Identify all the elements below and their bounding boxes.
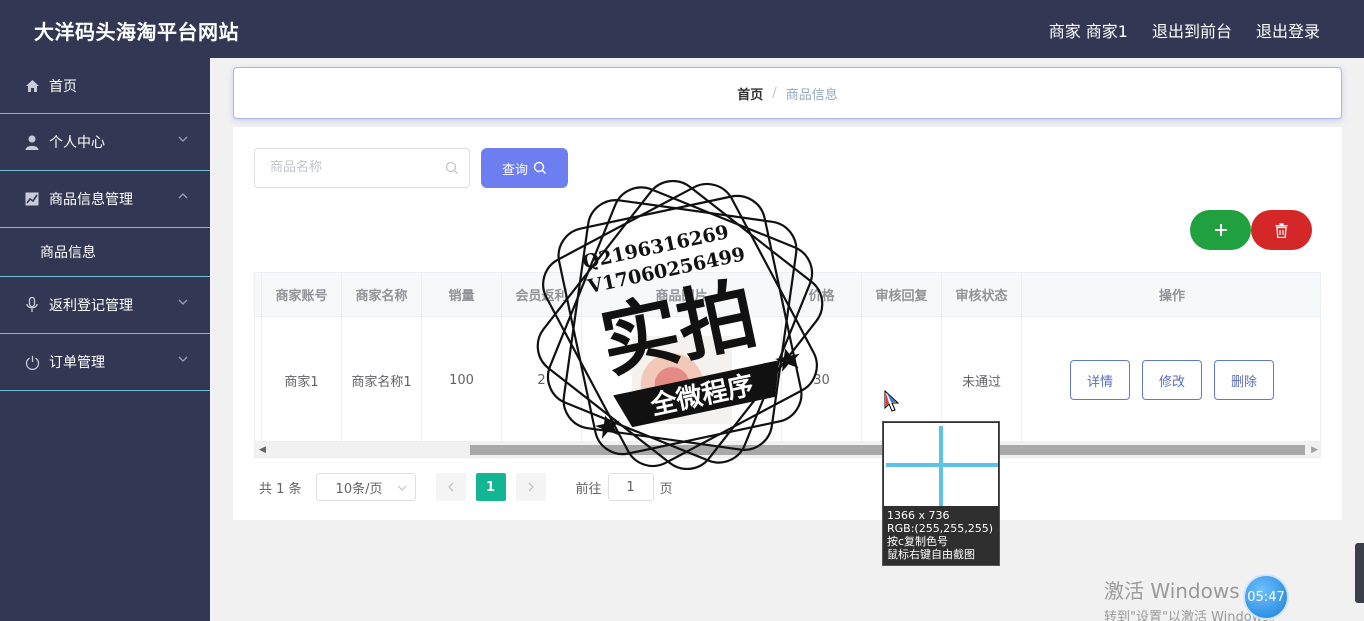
- batch-delete-button[interactable]: [1251, 210, 1312, 250]
- chevron-right-icon: [528, 482, 534, 492]
- page-size-value: 10条/页: [335, 481, 383, 497]
- table-header: 商家账号 商家名称 销量 会员返利 商品图片 价格 审核回复 审核状态 操作: [255, 273, 1320, 317]
- logout-link[interactable]: 退出登录: [1256, 18, 1320, 42]
- sidebar: 首页 个人中心 商品信息管理 商品信息 返利登记管理 订单管理: [0, 58, 210, 621]
- goto-page-input[interactable]: 1: [607, 473, 654, 501]
- breadcrumb-home[interactable]: 首页: [737, 84, 763, 103]
- cell-merchant-name: 商家名称1: [342, 317, 422, 443]
- cell-sales: 100: [422, 317, 502, 443]
- chevron-up-icon: [178, 193, 188, 199]
- header-merchant-name: 商家名称: [342, 273, 422, 316]
- trash-icon: [1275, 222, 1288, 238]
- product-table: 商家账号 商家名称 销量 会员返利 商品图片 价格 审核回复 审核状态 操作 商…: [254, 272, 1321, 458]
- detail-button[interactable]: 详情: [1070, 360, 1130, 400]
- sidebar-item-profile[interactable]: 个人中心: [0, 114, 210, 171]
- header-actions: 操作: [1158, 289, 1185, 304]
- sidebar-item-rebate-management[interactable]: 返利登记管理: [0, 277, 210, 334]
- table-row: 商家1 商家名称1 100 2 30 未通过 详情 修改 删除: [255, 317, 1320, 443]
- microphone-icon: [24, 297, 40, 313]
- current-user[interactable]: 商家 商家1: [1049, 18, 1128, 42]
- picker-hint-screenshot: 鼠标右键自由截图: [887, 548, 975, 561]
- cell-merchant-account: 商家1: [262, 317, 342, 443]
- header-image: 商品图片: [582, 273, 782, 316]
- sidebar-item-orders[interactable]: 订单管理: [0, 334, 210, 391]
- scroll-left-icon[interactable]: ◀: [259, 445, 266, 455]
- header-price: 价格: [782, 273, 862, 316]
- goto-suffix: 页: [659, 481, 673, 497]
- header-merchant-account: 商家账号: [262, 273, 342, 316]
- scroll-right-icon[interactable]: ▶: [1311, 445, 1318, 455]
- breadcrumb-separator: /: [772, 85, 777, 101]
- picker-size: 1366 x 736: [887, 509, 950, 522]
- power-icon: [24, 354, 40, 370]
- goto-prefix: 前往: [575, 481, 602, 497]
- picker-crosshair-horizontal: [886, 463, 998, 467]
- query-button[interactable]: 查询: [481, 148, 568, 188]
- chevron-left-icon: [447, 482, 454, 492]
- edge-drawer-handle[interactable]: [1355, 543, 1364, 603]
- color-picker-tooltip: 1366 x 736 RGB:(255,255,255) 按c复制色号 鼠标右键…: [882, 421, 1000, 566]
- content-panel: 商品名称 查询 商家账号 商家名称 销量 会员返利 商品图片 价格 审核回复 审…: [233, 127, 1342, 520]
- floating-clock[interactable]: 05:47: [1243, 574, 1289, 620]
- sidebar-subitem-label: 商品信息: [40, 245, 96, 261]
- picker-zoom-preview: [884, 423, 998, 506]
- header-review-reply: 审核回复: [862, 273, 942, 316]
- plus-icon: [1214, 224, 1227, 236]
- breadcrumb: 首页 / 商品信息: [233, 67, 1342, 119]
- header-sales: 销量: [422, 273, 502, 316]
- user-icon: [24, 134, 40, 150]
- pagination: 共 1 条 10条/页 1 前往 1 页: [259, 473, 673, 501]
- sidebar-item-label: 返利登记管理: [49, 298, 133, 314]
- cell-price: 30: [782, 317, 862, 443]
- prev-page-button[interactable]: [435, 473, 466, 501]
- mouse-cursor-icon: [884, 390, 900, 412]
- sidebar-item-product-management[interactable]: 商品信息管理: [0, 171, 210, 228]
- cell-actions: 详情 修改 删除: [1022, 317, 1320, 443]
- delete-button[interactable]: 删除: [1214, 360, 1274, 400]
- site-title: 大洋码头海淘平台网站: [34, 20, 239, 44]
- picker-rgb: RGB:(255,255,255): [887, 522, 993, 535]
- product-thumbnail[interactable]: [631, 336, 732, 424]
- next-page-button[interactable]: [515, 473, 546, 501]
- breadcrumb-current: 商品信息: [785, 87, 838, 103]
- table-header-spacer: [255, 273, 262, 316]
- header-rebate: 会员返利: [502, 273, 582, 316]
- add-button[interactable]: [1190, 210, 1251, 250]
- cell-image: [582, 317, 782, 443]
- header-actions: 商家 商家1 退出到前台 退出登录: [1049, 18, 1320, 42]
- page-size-select[interactable]: 10条/页: [315, 473, 416, 501]
- chevron-down-icon: [178, 356, 188, 362]
- pagination-total: 共 1 条: [259, 481, 302, 497]
- search-icon: [533, 161, 546, 174]
- chevron-down-icon: [397, 485, 406, 491]
- sidebar-subitem-product-info[interactable]: 商品信息: [0, 228, 210, 277]
- sidebar-item-label: 订单管理: [49, 355, 105, 371]
- sidebar-item-label: 首页: [49, 78, 77, 95]
- home-icon: [24, 78, 40, 94]
- sidebar-item-label: 商品信息管理: [49, 192, 133, 208]
- exit-to-front-link[interactable]: 退出到前台: [1152, 18, 1232, 42]
- page-number[interactable]: 1: [475, 473, 506, 501]
- row-spacer: [255, 317, 262, 443]
- edit-button[interactable]: 修改: [1142, 360, 1202, 400]
- picker-hint-copy: 按c复制色号: [887, 535, 949, 548]
- chevron-down-icon: [178, 136, 188, 142]
- chart-icon: [24, 191, 40, 207]
- header-review-status: 审核状态: [942, 273, 1022, 316]
- sidebar-item-label: 个人中心: [49, 135, 105, 151]
- horizontal-scrollbar[interactable]: ◀ ▶: [255, 441, 1320, 457]
- chevron-down-icon: [178, 299, 188, 305]
- search-icon: [445, 161, 458, 174]
- search-placeholder: 商品名称: [270, 160, 323, 175]
- query-button-label: 查询: [501, 162, 528, 178]
- search-input[interactable]: 商品名称: [254, 148, 470, 188]
- picker-info: 1366 x 736 RGB:(255,255,255) 按c复制色号 鼠标右键…: [887, 509, 993, 561]
- top-header: 大洋码头海淘平台网站 商家 商家1 退出到前台 退出登录: [0, 0, 1364, 58]
- cell-rebate: 2: [502, 317, 582, 443]
- sidebar-item-home[interactable]: 首页: [0, 58, 210, 114]
